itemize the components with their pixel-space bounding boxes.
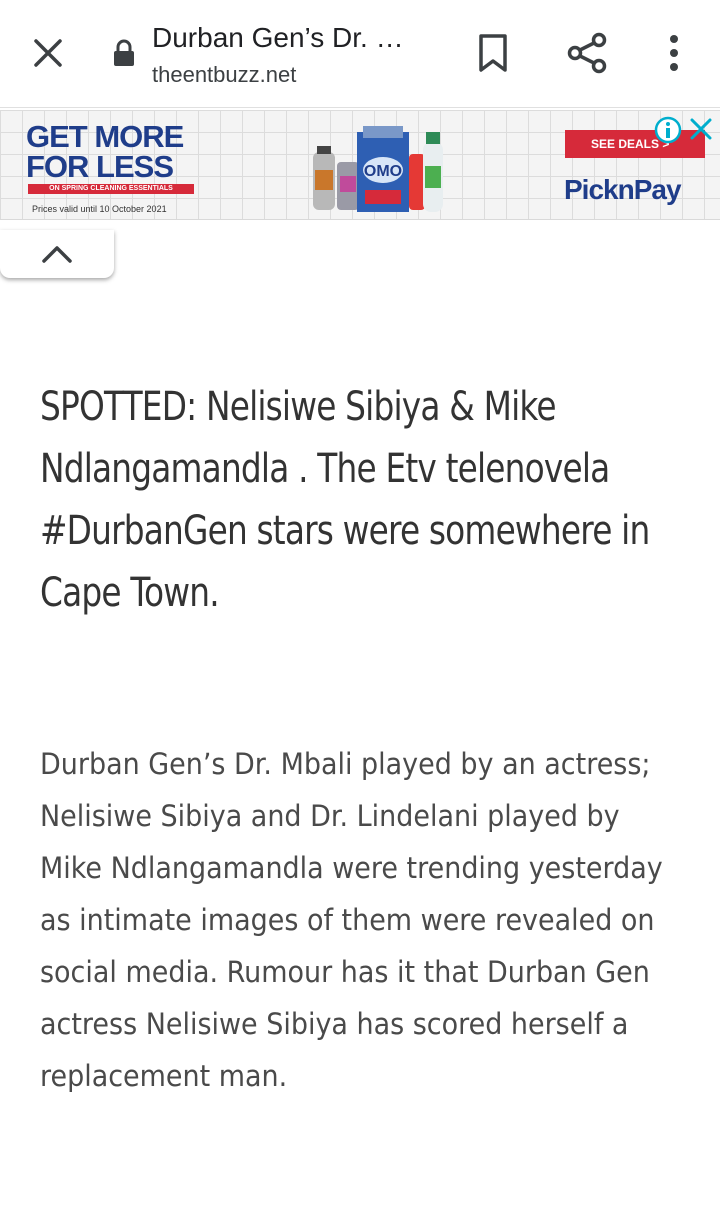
page-title[interactable]: Durban Gen’s Dr. … xyxy=(152,22,432,54)
close-icon[interactable] xyxy=(22,30,74,76)
article-headline: SPOTTED: Nelisiwe Sibiya & Mike Ndlangam… xyxy=(40,384,650,616)
share-icon[interactable] xyxy=(564,30,610,76)
ad-close-icon[interactable] xyxy=(688,116,714,142)
chevron-up-icon xyxy=(42,246,72,263)
browser-toolbar: Durban Gen’s Dr. … theentbuzz.net xyxy=(0,0,720,108)
article-body: Durban Gen’s Dr. Mbali played by an actr… xyxy=(40,747,663,1093)
lock-icon xyxy=(110,38,138,68)
ad-validity: Prices valid until 10 October 2021 xyxy=(32,204,167,214)
ad-product-image: OMO xyxy=(313,126,443,212)
svg-text:OMO: OMO xyxy=(364,163,402,180)
ad-headline: GET MORE FOR LESS xyxy=(26,119,184,184)
adchoices-info-icon[interactable] xyxy=(654,116,682,144)
ad-collapse-button[interactable] xyxy=(0,230,114,278)
brand-logo: PicknPay xyxy=(564,174,682,205)
see-deals-button[interactable]: SEE DEALS > xyxy=(565,130,705,158)
page-url[interactable]: theentbuzz.net xyxy=(152,62,296,88)
more-vert-icon[interactable] xyxy=(656,30,692,76)
ad-headline-line1: GET MORE xyxy=(26,119,184,154)
bookmark-icon[interactable] xyxy=(472,30,514,76)
ad-banner[interactable]: GET MORE FOR LESS ON SPRING CLEANING ESS… xyxy=(0,110,720,220)
ad-headline-line2: FOR LESS xyxy=(26,149,174,184)
ad-strip: ON SPRING CLEANING ESSENTIALS xyxy=(28,184,194,194)
